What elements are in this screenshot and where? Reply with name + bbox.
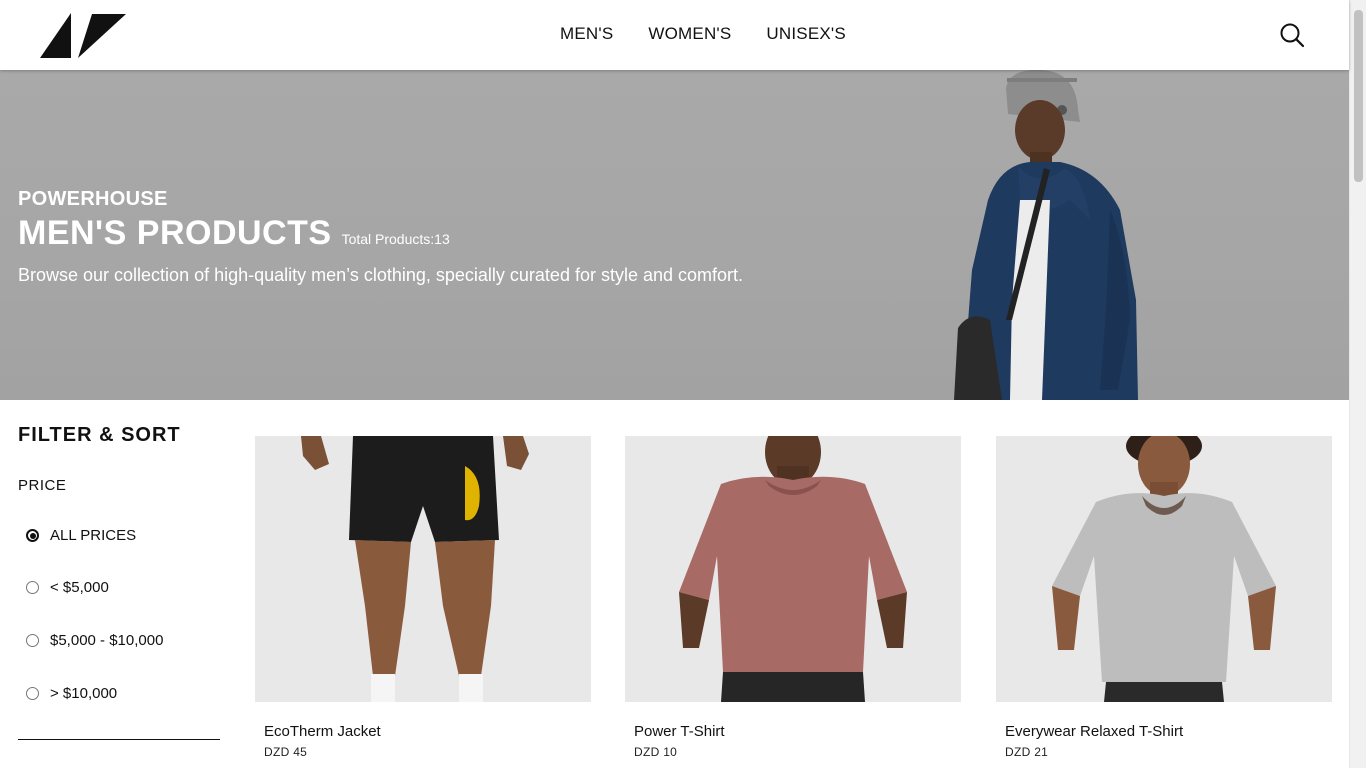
hero-description: Browse our collection of high-quality me…	[18, 265, 744, 285]
product-card[interactable]: EcoTherm Jacket DZD 45	[255, 436, 591, 759]
product-name[interactable]: Everywear Relaxed T-Shirt	[1005, 723, 1332, 740]
product-image[interactable]	[625, 436, 961, 702]
product-price: DZD 45	[264, 745, 308, 759]
main-nav: MEN'S WOMEN'S UNISEX'S	[560, 24, 846, 44]
product-count: Total Products:13	[341, 231, 450, 247]
hero-title-row: MEN'S PRODUCTS Total Products:13	[18, 214, 450, 253]
brand-logo-icon[interactable]	[40, 13, 126, 58]
price-filter-label: PRICE	[18, 477, 67, 494]
hero-subtitle: POWERHOUSE	[18, 188, 168, 210]
nav-mens[interactable]: MEN'S	[560, 24, 613, 44]
price-option-over-10000[interactable]: > $10,000	[26, 685, 117, 702]
price-option-all[interactable]: ALL PRICES	[26, 527, 136, 544]
filter-sidebar: FILTER & SORT PRICE ALL PRICES < $5,000 …	[18, 420, 220, 740]
product-name[interactable]: EcoTherm Jacket	[264, 723, 591, 740]
hero-banner: POWERHOUSE MEN'S PRODUCTS Total Products…	[0, 70, 1349, 400]
pink-tshirt-photo	[679, 436, 907, 702]
black-shorts-photo	[301, 436, 529, 702]
nav-womens[interactable]: WOMEN'S	[648, 24, 731, 44]
hero-model-image	[954, 70, 1138, 400]
filter-heading: FILTER & SORT	[18, 424, 181, 446]
page: MEN'S WOMEN'S UNISEX'S POWERHOUSE MEN'S …	[0, 0, 1366, 768]
radio-button[interactable]	[26, 581, 39, 594]
site-header: MEN'S WOMEN'S UNISEX'S	[0, 0, 1349, 70]
nav-unisex[interactable]: UNISEX'S	[766, 24, 845, 44]
price-option-5000-10000[interactable]: $5,000 - $10,000	[26, 632, 163, 649]
price-option-label: $5,000 - $10,000	[50, 632, 164, 649]
price-option-under-5000[interactable]: < $5,000	[26, 579, 109, 596]
filter-divider	[18, 739, 220, 740]
price-option-label: > $10,000	[50, 685, 118, 702]
search-icon[interactable]	[1279, 22, 1305, 48]
product-name[interactable]: Power T-Shirt	[634, 723, 961, 740]
product-card[interactable]: Power T-Shirt DZD 10	[625, 436, 961, 759]
product-price: DZD 21	[1005, 745, 1049, 759]
page-scrollbar[interactable]	[1349, 0, 1366, 768]
product-price: DZD 10	[634, 745, 678, 759]
price-option-label: ALL PRICES	[50, 527, 137, 544]
product-image[interactable]	[996, 436, 1332, 702]
radio-button[interactable]	[26, 529, 39, 542]
hero-title: MEN'S PRODUCTS	[18, 214, 332, 252]
radio-button[interactable]	[26, 634, 39, 647]
grey-tshirt-photo	[1052, 436, 1276, 702]
product-card[interactable]: Everywear Relaxed T-Shirt DZD 21	[996, 436, 1332, 759]
scrollbar-thumb[interactable]	[1354, 10, 1363, 182]
price-option-label: < $5,000	[50, 579, 109, 596]
radio-button[interactable]	[26, 687, 39, 700]
product-image[interactable]	[255, 436, 591, 702]
